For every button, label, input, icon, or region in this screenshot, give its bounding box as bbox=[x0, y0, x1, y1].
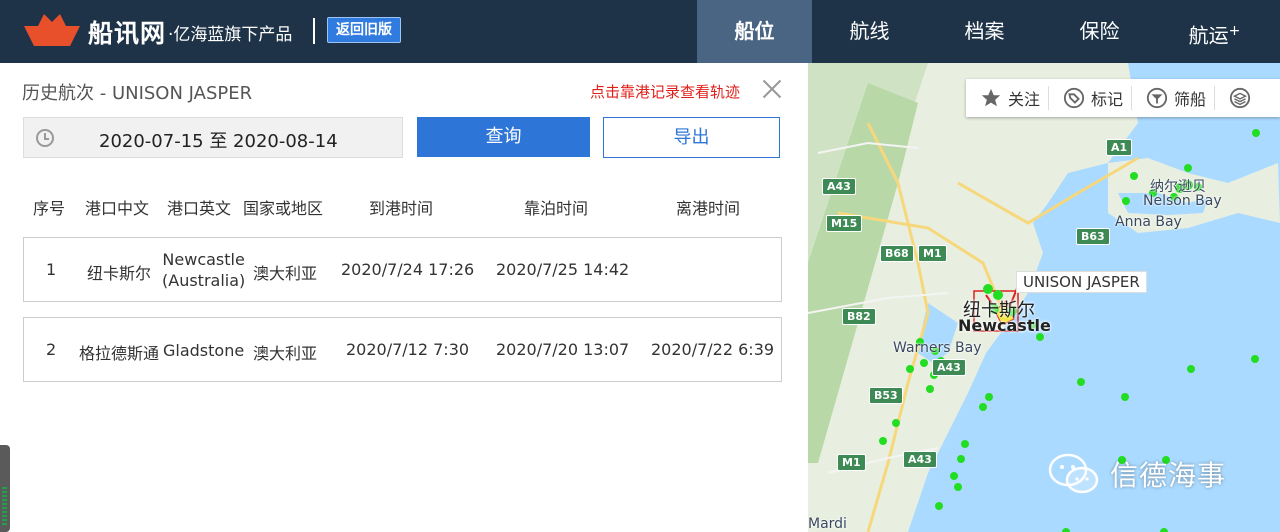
nav-ship-position-label: 船位 bbox=[734, 19, 775, 43]
brand-divider bbox=[313, 18, 315, 44]
col-berth: 靠泊时间 bbox=[524, 199, 589, 218]
city-label-en: Newcastle bbox=[958, 316, 1051, 335]
nav-insurance-label: 保险 bbox=[1079, 19, 1120, 43]
road-label: A43 bbox=[932, 359, 966, 376]
col-arrival: 到港时间 bbox=[369, 199, 434, 218]
brand-name[interactable]: 船讯网 bbox=[88, 14, 166, 50]
road-label: M15 bbox=[826, 215, 863, 232]
main-nav: 船位 航线 档案 保险 航运+ bbox=[697, 0, 1272, 63]
town-label: Warners Bay bbox=[893, 340, 982, 356]
star-icon bbox=[981, 88, 1001, 107]
old-version-button[interactable]: 返回旧版 bbox=[327, 17, 401, 43]
road-label: B68 bbox=[880, 245, 914, 262]
side-scroll-handle[interactable] bbox=[0, 445, 10, 532]
road-label: M1 bbox=[837, 454, 866, 471]
ship-logo-icon[interactable] bbox=[22, 12, 82, 48]
panel-title: 历史航次 - UNISON JASPER bbox=[22, 83, 253, 104]
cell-port-cn: 纽卡斯尔 bbox=[87, 264, 152, 283]
cell-port-en: Newcastle (Australia) bbox=[162, 249, 245, 291]
table-row[interactable]: 1 纽卡斯尔 Newcastle (Australia) 澳大利亚 2020/7/… bbox=[23, 237, 782, 302]
col-port-en: 港口英文 bbox=[167, 199, 232, 218]
date-range-value: 2020-07-15 至 2020-08-14 bbox=[99, 131, 338, 152]
town-label: Nelson Bay bbox=[1143, 193, 1222, 209]
mark-tool[interactable]: 标记 bbox=[1049, 86, 1133, 110]
export-button[interactable]: 导出 bbox=[603, 117, 780, 158]
wechat-icon bbox=[1048, 453, 1099, 494]
nav-shipping[interactable]: 航运+ bbox=[1157, 0, 1272, 63]
nav-shipping-plus: + bbox=[1228, 23, 1241, 39]
nav-insurance[interactable]: 保险 bbox=[1042, 0, 1157, 63]
track-tip: 点击靠港记录查看轨迹 bbox=[590, 83, 741, 101]
top-nav-bar: 船讯网 ·亿海蓝旗下产品 返回旧版 船位 航线 档案 保险 航运+ bbox=[0, 0, 1280, 63]
layers-icon bbox=[1229, 87, 1251, 109]
table-row[interactable]: 2 格拉德斯通 Gladstone 澳大利亚 2020/7/12 7:30 20… bbox=[23, 317, 782, 382]
follow-tool[interactable]: 关注 bbox=[966, 86, 1050, 110]
nav-archive[interactable]: 档案 bbox=[927, 0, 1042, 63]
road-label: M1 bbox=[918, 245, 947, 262]
cell-country: 澳大利亚 bbox=[253, 264, 318, 283]
layers-tool[interactable] bbox=[1215, 86, 1261, 110]
cell-no: 2 bbox=[46, 340, 57, 359]
nav-archive-label: 档案 bbox=[964, 19, 1005, 43]
col-port-cn: 港口中文 bbox=[85, 199, 150, 218]
road-label: B82 bbox=[842, 308, 876, 325]
cell-port-en: Gladstone bbox=[163, 340, 244, 361]
close-icon[interactable] bbox=[760, 77, 784, 101]
town-label: Mardi bbox=[808, 516, 847, 532]
nav-ship-position[interactable]: 船位 bbox=[697, 0, 812, 63]
filter-tool[interactable]: 筛船 bbox=[1132, 86, 1216, 110]
road-label: A43 bbox=[903, 451, 937, 468]
query-button[interactable]: 查询 bbox=[417, 117, 590, 157]
road-label: A1 bbox=[1106, 139, 1133, 156]
tag-icon bbox=[1063, 87, 1085, 109]
town-label: Anna Bay bbox=[1115, 214, 1182, 230]
cell-port-en-line2: (Australia) bbox=[162, 271, 246, 290]
clock-icon bbox=[36, 129, 54, 147]
mark-label: 标记 bbox=[1091, 90, 1124, 109]
nav-shipping-label: 航运 bbox=[1188, 23, 1229, 48]
road-label: B63 bbox=[1076, 228, 1110, 245]
col-no: 序号 bbox=[33, 199, 66, 218]
table-header: 序号 港口中文 港口英文 国家或地区 到港时间 靠泊时间 离港时间 bbox=[0, 195, 808, 218]
map-toolbar: 关注 标记 筛船 bbox=[966, 79, 1280, 117]
road-label: B53 bbox=[869, 387, 903, 404]
ship-name-label[interactable]: UNISON JASPER bbox=[1016, 271, 1147, 293]
cell-country: 澳大利亚 bbox=[253, 344, 318, 363]
brand-subtitle: ·亿海蓝旗下产品 bbox=[168, 25, 293, 45]
col-departure: 离港时间 bbox=[676, 199, 741, 218]
follow-label: 关注 bbox=[1008, 90, 1041, 109]
nav-routes-label: 航线 bbox=[849, 19, 890, 43]
cell-berth: 2020/7/25 14:42 bbox=[496, 260, 630, 279]
cell-port-cn: 格拉德斯通 bbox=[79, 344, 160, 363]
cell-berth: 2020/7/20 13:07 bbox=[496, 340, 630, 359]
watermark: 信德海事 bbox=[1048, 452, 1226, 496]
cell-arrival: 2020/7/24 17:26 bbox=[341, 260, 475, 279]
road-label: A43 bbox=[822, 178, 856, 195]
cell-no: 1 bbox=[46, 260, 57, 279]
cell-departure: 2020/7/22 6:39 bbox=[651, 340, 775, 359]
cell-port-en-line1: Gladstone bbox=[163, 341, 245, 360]
filter-icon bbox=[1146, 87, 1168, 109]
date-range-input[interactable]: 2020-07-15 至 2020-08-14 bbox=[23, 117, 403, 158]
cell-port-en-line1: Newcastle bbox=[162, 250, 245, 269]
cell-arrival: 2020/7/12 7:30 bbox=[346, 340, 470, 359]
voyage-history-panel: 历史航次 - UNISON JASPER 点击靠港记录查看轨迹 2020-07-… bbox=[0, 63, 808, 532]
watermark-text: 信德海事 bbox=[1110, 459, 1227, 492]
col-country: 国家或地区 bbox=[243, 199, 324, 218]
filter-label: 筛船 bbox=[1174, 90, 1207, 109]
nav-routes[interactable]: 航线 bbox=[812, 0, 927, 63]
